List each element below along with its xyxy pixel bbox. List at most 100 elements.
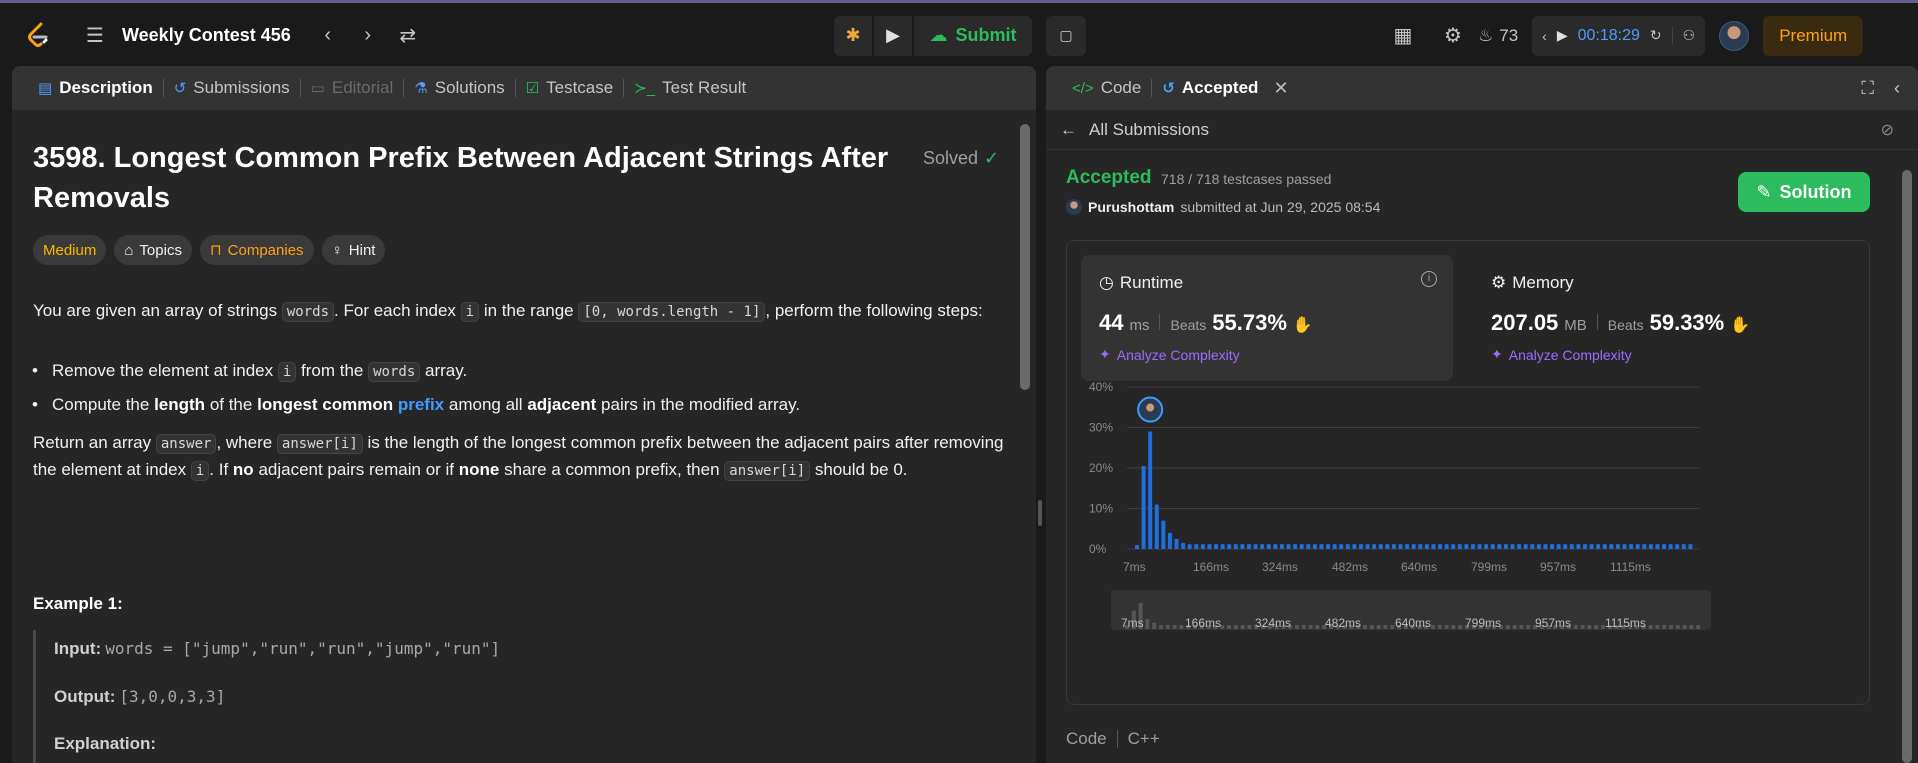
chart-bar	[1253, 544, 1258, 549]
chart-bar	[1135, 544, 1139, 549]
brush-bar	[1587, 625, 1592, 629]
chart-bar	[1517, 544, 1522, 549]
user-avatar[interactable]	[1719, 20, 1750, 51]
chart-bar	[1332, 544, 1337, 549]
example-input: Input: words = ["jump","run","run","jump"…	[54, 639, 501, 658]
leetcode-logo[interactable]	[24, 21, 52, 49]
chart-bar	[1576, 544, 1581, 549]
tab-code[interactable]: </> Code	[1062, 78, 1151, 98]
chart-bar	[1161, 520, 1166, 549]
cloud-upload-icon: ☁	[929, 25, 948, 45]
chart-bar	[1279, 544, 1284, 549]
timer-reset-icon[interactable]: ↻	[1650, 27, 1662, 44]
settings-gear-icon[interactable]: ⚙	[1428, 23, 1478, 48]
chart-bar	[1339, 544, 1344, 549]
next-problem-icon[interactable]: ›	[355, 24, 381, 47]
testcases-passed: 718 / 718 testcases passed	[1161, 171, 1332, 187]
add-friend-icon[interactable]: ⚇	[1671, 27, 1695, 44]
chart-bar	[1266, 544, 1271, 549]
hint-chip[interactable]: ♀ Hint	[321, 235, 386, 265]
prefix-link[interactable]: prefix	[398, 395, 444, 414]
timer-collapse-icon[interactable]: ‹	[1542, 28, 1547, 44]
debug-button[interactable]: ✱	[834, 15, 874, 56]
chart-bar	[1629, 544, 1634, 549]
submit-button[interactable]: ☁ Submit	[914, 16, 1032, 56]
x-tick-label: 957ms	[1540, 560, 1576, 574]
terminal-icon: ≻_	[634, 80, 656, 97]
arrow-left-icon[interactable]: ←	[1060, 120, 1077, 140]
prev-problem-icon[interactable]: ‹	[315, 24, 341, 47]
tab-testcase[interactable]: ☑ Testcase	[516, 78, 624, 98]
brush-bar	[1512, 625, 1517, 629]
brush-bar	[1662, 625, 1667, 629]
brush-bar	[1383, 625, 1388, 629]
premium-button[interactable]: Premium	[1763, 15, 1864, 56]
chart-bar	[1675, 544, 1680, 549]
tab-accepted[interactable]: ↺ Accepted ✕	[1152, 78, 1298, 99]
maximize-icon[interactable]: ⛶	[1861, 78, 1874, 99]
chart-bar	[1668, 544, 1673, 549]
tab-editorial[interactable]: ▭ Editorial	[301, 78, 404, 98]
chart-bar	[1194, 544, 1199, 549]
chart-bar	[1319, 544, 1324, 549]
chart-bar	[1372, 544, 1377, 549]
timer-play-icon[interactable]: ▶	[1557, 27, 1568, 44]
panel-resize-handle[interactable]	[1038, 500, 1042, 526]
close-icon[interactable]: ✕	[1273, 78, 1288, 99]
layout-grid-icon[interactable]: ▦	[1378, 23, 1428, 48]
chart-bar	[1648, 544, 1653, 549]
collapse-icon[interactable]: ‹	[1894, 78, 1900, 99]
tab-solutions[interactable]: ⚗ Solutions	[404, 78, 514, 98]
chart-bar	[1312, 544, 1317, 549]
tab-submissions[interactable]: ↺ Submissions	[164, 78, 300, 98]
chart-bar	[1174, 538, 1179, 549]
brush-bar	[1696, 625, 1701, 629]
brush-tick-label: 1115ms	[1605, 616, 1646, 630]
code-icon: </>	[1072, 79, 1094, 97]
tab-label: Description	[59, 78, 153, 97]
performance-stats: ◷ Runtime i 44 ms Beats 55.73% ✋ ✦ Analyz…	[1066, 240, 1870, 705]
right-tab-bar: </> Code ↺ Accepted ✕ ⛶ ‹	[1046, 66, 1918, 110]
brush-bar	[1165, 625, 1170, 629]
notes-button[interactable]: ▢	[1046, 15, 1086, 56]
brush-bar	[1444, 625, 1449, 629]
check-circle-icon: ✓	[984, 148, 1000, 168]
chart-bar	[1200, 544, 1205, 549]
chart-bar	[1326, 544, 1331, 549]
share-link-icon[interactable]: ⊘	[1881, 120, 1894, 140]
companies-chip[interactable]: ⊓ Companies	[199, 235, 314, 265]
brush-bar	[1369, 625, 1374, 629]
y-tick-label: 0%	[1089, 542, 1107, 556]
solved-status: Solved ✓	[923, 148, 999, 169]
tab-test-result[interactable]: ≻_ Test Result	[624, 78, 756, 98]
contest-title[interactable]: Weekly Contest 456	[122, 25, 291, 46]
runtime-distribution-chart[interactable]: 40% 30% 20% 10% 0% 7ms 166ms 324ms 482ms 640ms 799…	[1067, 241, 1871, 706]
x-tick-label: 166ms	[1193, 560, 1229, 574]
all-submissions-link[interactable]: All Submissions	[1089, 120, 1209, 140]
chart-bar	[1615, 544, 1620, 549]
submission-scroll-thumb[interactable]	[1902, 170, 1912, 763]
chart-bar	[1497, 544, 1502, 549]
streak-counter[interactable]: ♨ 73	[1478, 26, 1518, 46]
post-solution-button[interactable]: ✎ Solution	[1738, 172, 1870, 212]
chart-bar	[1510, 544, 1515, 549]
brush-bar	[1145, 619, 1150, 629]
solved-label: Solved	[923, 148, 979, 168]
chart-bar	[1220, 544, 1225, 549]
username[interactable]: Purushottam	[1088, 199, 1174, 215]
hint-label: Hint	[348, 241, 376, 259]
shuffle-icon[interactable]: ⇄	[395, 23, 421, 48]
problem-tags: Medium ⌂ Topics ⊓ Companies ♀ Hint	[33, 235, 386, 265]
tab-label: Accepted	[1181, 78, 1259, 97]
chart-bar	[1569, 544, 1574, 549]
x-tick-label: 324ms	[1262, 560, 1298, 574]
brush-bar	[1295, 625, 1299, 629]
tab-description[interactable]: ▤ Description	[28, 78, 163, 98]
chart-bar	[1306, 544, 1311, 549]
chart-bar	[1609, 544, 1614, 549]
problem-list-icon[interactable]: ☰	[82, 23, 108, 48]
description-scroll-thumb[interactable]	[1020, 124, 1030, 390]
topics-chip[interactable]: ⌂ Topics	[114, 235, 192, 265]
chart-bar	[1385, 544, 1390, 549]
run-button[interactable]: ▶	[874, 15, 914, 56]
